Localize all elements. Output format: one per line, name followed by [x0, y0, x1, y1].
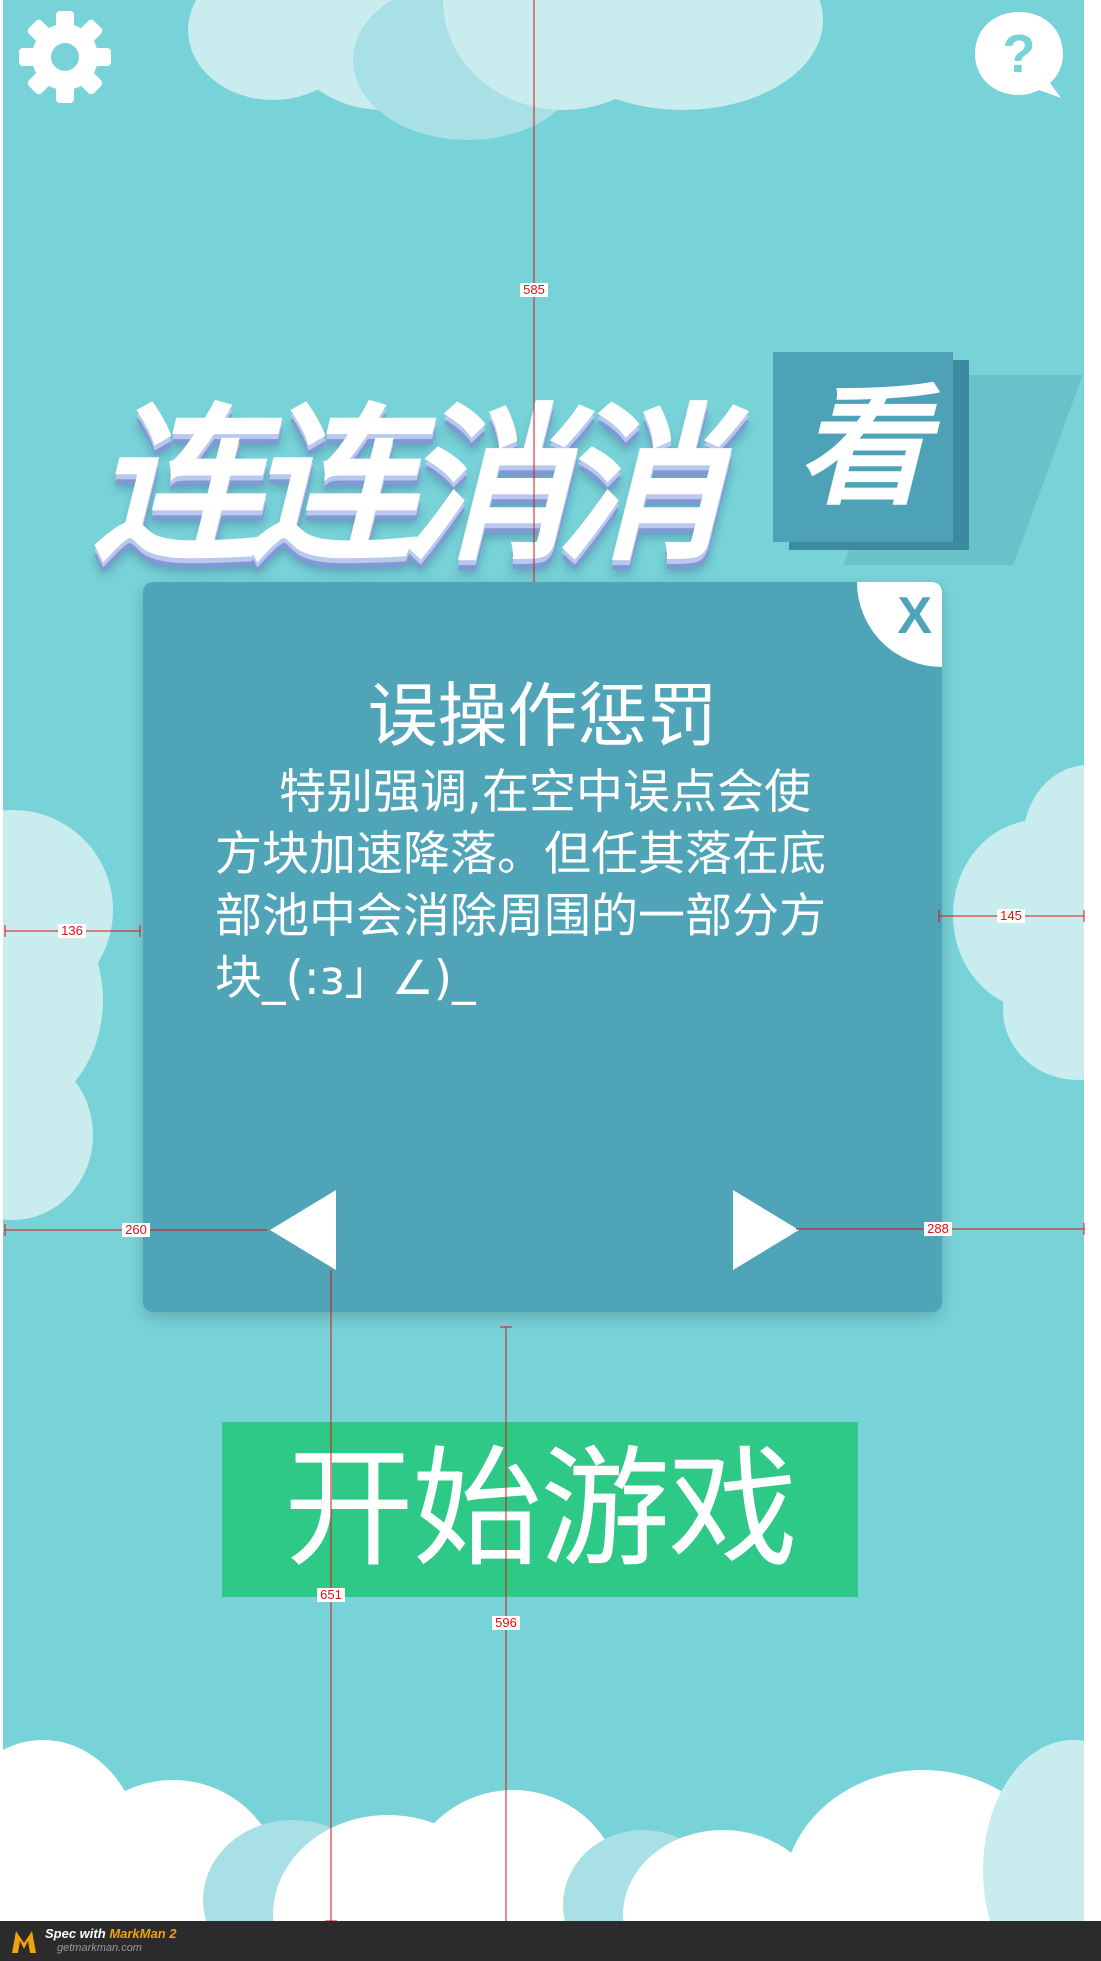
game-screen: ? 连连消消 看 X 误操作惩罚 特别强调,在空中误点会使方块加速降落。但任其落…	[3, 0, 1084, 1921]
title-box-char: 看	[797, 370, 928, 523]
help-button[interactable]: ?	[971, 10, 1067, 102]
cloud-decoration	[983, 1740, 1084, 1921]
footer-caption: Spec with MarkMan 2	[45, 1926, 177, 1941]
game-title: 连连消消 看	[93, 330, 1083, 584]
title-text: 连连消消	[93, 386, 723, 584]
footer-site: getmarkman.com	[57, 1942, 142, 1954]
markman-logo-icon	[12, 1931, 36, 1953]
footer-brand: MarkMan 2	[109, 1926, 177, 1941]
close-icon: X	[897, 587, 932, 645]
tutorial-dialog: X 误操作惩罚 特别强调,在空中误点会使方块加速降落。但任其落在底部池中会消除周…	[143, 582, 942, 1312]
help-glyph: ?	[1003, 24, 1036, 84]
markman-footer: Spec with MarkMan 2 getmarkman.com	[0, 1921, 1101, 1961]
dialog-title: 误操作惩罚	[367, 675, 718, 757]
start-game-button[interactable]: 开始游戏	[222, 1422, 858, 1597]
question-icon: ?	[975, 12, 1063, 98]
close-button[interactable]: X	[857, 582, 942, 667]
gear-icon	[19, 11, 111, 103]
start-game-label: 开始游戏	[283, 1433, 798, 1585]
settings-button[interactable]	[18, 10, 112, 104]
footer-spec-with: Spec with	[45, 1926, 106, 1941]
next-page-arrow-icon[interactable]	[733, 1190, 799, 1270]
dialog-body: 特别强调,在空中误点会使方块加速降落。但任其落在底部池中会消除周围的一部分方块_…	[215, 765, 826, 1006]
previous-page-arrow-icon[interactable]	[270, 1190, 336, 1270]
title-box: 看	[773, 352, 953, 542]
